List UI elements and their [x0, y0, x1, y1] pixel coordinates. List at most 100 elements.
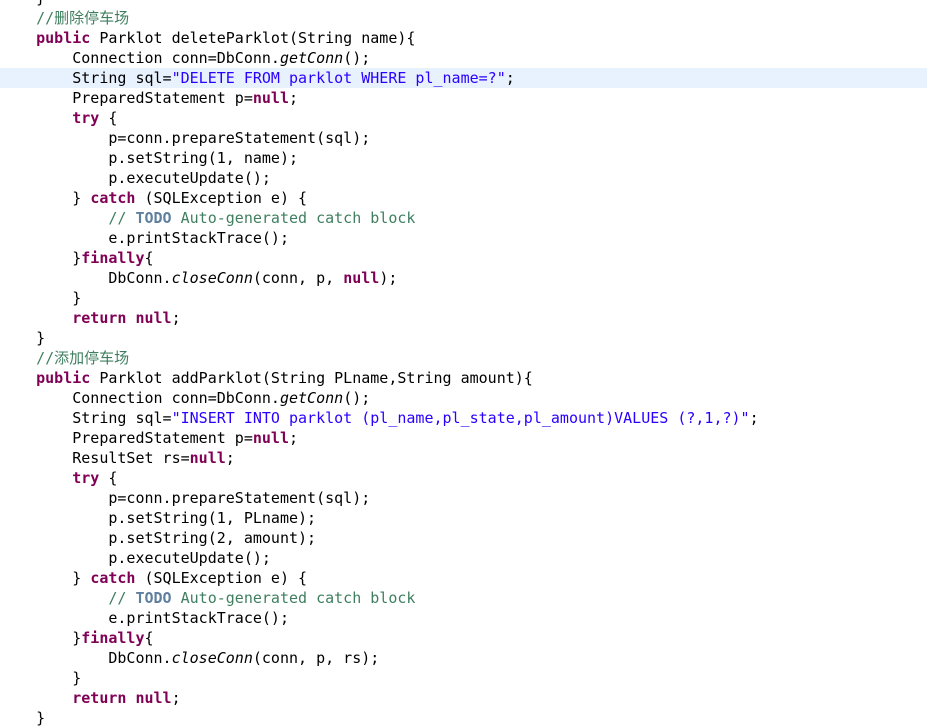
- code-token-string: "DELETE FROM parklot WHERE pl_name=?": [171, 69, 506, 87]
- code-line[interactable]: }finally{: [0, 628, 927, 648]
- code-line[interactable]: public Parklot deleteParklot(String name…: [0, 28, 927, 48]
- code-line[interactable]: try {: [0, 468, 927, 488]
- code-token-plain: }: [0, 569, 91, 587]
- code-token-plain: ();: [343, 49, 371, 67]
- code-line[interactable]: p.setString(2, amount);: [0, 528, 927, 548]
- code-line[interactable]: p.executeUpdate();: [0, 548, 927, 568]
- code-token-keyword: try: [72, 109, 100, 127]
- code-token-plain: ;: [171, 689, 181, 707]
- code-line[interactable]: DbConn.closeConn(conn, p, rs);: [0, 648, 927, 668]
- code-token-plain: ResultSet rs=: [0, 449, 190, 467]
- code-line[interactable]: Connection conn=DbConn.getConn();: [0, 388, 927, 408]
- code-token-plain: (conn, p,: [252, 269, 344, 287]
- code-token-plain: }: [0, 0, 45, 7]
- code-token-static: closeConn: [171, 649, 253, 667]
- code-token-plain: {: [144, 629, 154, 647]
- code-token-static: getConn: [279, 49, 344, 67]
- code-text-area[interactable]: } //删除停车场 public Parklot deleteParklot(S…: [0, 0, 927, 728]
- code-token-plain: {: [144, 249, 154, 267]
- code-token-static: closeConn: [171, 269, 253, 287]
- code-token-plain: }: [0, 329, 46, 347]
- code-token-plain: Parklot addParklot(String PLname,String …: [90, 369, 533, 387]
- code-line[interactable]: // TODO Auto-generated catch block: [0, 208, 927, 228]
- code-token-plain: String sql=: [0, 69, 172, 87]
- code-token-keyword: finally: [81, 629, 145, 647]
- code-line[interactable]: }: [0, 288, 927, 308]
- code-line[interactable]: p.executeUpdate();: [0, 168, 927, 188]
- code-line[interactable]: }: [0, 668, 927, 688]
- code-line[interactable]: // TODO Auto-generated catch block: [0, 588, 927, 608]
- code-line[interactable]: //添加停车场: [0, 348, 927, 368]
- code-line[interactable]: return null;: [0, 308, 927, 328]
- code-token-keyword: null: [135, 309, 172, 327]
- code-token-plain: String sql=: [0, 409, 172, 427]
- code-token-plain: p.executeUpdate();: [0, 549, 271, 567]
- code-line[interactable]: p.setString(1, name);: [0, 148, 927, 168]
- code-line[interactable]: try {: [0, 108, 927, 128]
- code-token-plain: (SQLException e) {: [135, 569, 308, 587]
- code-line[interactable]: p=conn.prepareStatement(sql);: [0, 488, 927, 508]
- code-token-keyword: null: [252, 89, 289, 107]
- code-line[interactable]: PreparedStatement p=null;: [0, 428, 927, 448]
- code-token-plain: DbConn.: [0, 269, 172, 287]
- code-line[interactable]: p=conn.prepareStatement(sql);: [0, 128, 927, 148]
- code-line[interactable]: }: [0, 0, 927, 8]
- code-token-keyword: return: [72, 309, 127, 327]
- code-line[interactable]: DbConn.closeConn(conn, p, null);: [0, 268, 927, 288]
- code-token-comment: Auto-generated catch block: [171, 209, 416, 227]
- code-token-keyword: null: [343, 269, 380, 287]
- code-token-plain: PreparedStatement p=: [0, 429, 253, 447]
- code-token-keyword: null: [135, 689, 172, 707]
- code-token-task_tag: TODO: [135, 589, 172, 607]
- code-line[interactable]: Connection conn=DbConn.getConn();: [0, 48, 927, 68]
- code-token-task_tag: TODO: [135, 209, 172, 227]
- code-line[interactable]: String sql="DELETE FROM parklot WHERE pl…: [0, 68, 927, 88]
- code-token-keyword: catch: [90, 189, 136, 207]
- code-token-plain: ;: [505, 69, 515, 87]
- code-line[interactable]: PreparedStatement p=null;: [0, 88, 927, 108]
- code-token-keyword: null: [189, 449, 226, 467]
- code-token-plain: }: [0, 629, 82, 647]
- code-token-plain: (SQLException e) {: [135, 189, 308, 207]
- code-token-plain: ;: [225, 449, 235, 467]
- code-token-plain: PreparedStatement p=: [0, 89, 253, 107]
- code-line[interactable]: }: [0, 328, 927, 348]
- code-line[interactable]: String sql="INSERT INTO parklot (pl_name…: [0, 408, 927, 428]
- code-token-plain: p=conn.prepareStatement(sql);: [0, 129, 371, 147]
- code-editor-viewport[interactable]: } //删除停车场 public Parklot deleteParklot(S…: [0, 0, 927, 728]
- code-token-keyword: finally: [81, 249, 145, 267]
- code-line[interactable]: } catch (SQLException e) {: [0, 188, 927, 208]
- code-token-keyword: public: [36, 29, 91, 47]
- code-token-plain: }: [0, 669, 82, 687]
- code-token-plain: ();: [343, 389, 371, 407]
- code-line[interactable]: } catch (SQLException e) {: [0, 568, 927, 588]
- code-line[interactable]: p.setString(1, PLname);: [0, 508, 927, 528]
- code-line[interactable]: e.printStackTrace();: [0, 608, 927, 628]
- code-line[interactable]: e.printStackTrace();: [0, 228, 927, 248]
- code-line[interactable]: public Parklot addParklot(String PLname,…: [0, 368, 927, 388]
- code-line[interactable]: //删除停车场: [0, 8, 927, 28]
- code-line[interactable]: }: [0, 708, 927, 728]
- code-token-plain: p=conn.prepareStatement(sql);: [0, 489, 371, 507]
- code-token-comment: //: [108, 589, 136, 607]
- code-token-plain: ;: [289, 89, 299, 107]
- code-token-static: getConn: [279, 389, 344, 407]
- code-token-keyword: public: [36, 369, 91, 387]
- code-token-plain: p.setString(1, name);: [0, 149, 299, 167]
- code-token-plain: }: [0, 249, 82, 267]
- code-token-keyword: catch: [90, 569, 136, 587]
- code-line[interactable]: return null;: [0, 688, 927, 708]
- code-token-plain: }: [0, 189, 91, 207]
- code-token-keyword: null: [252, 429, 289, 447]
- code-line[interactable]: ResultSet rs=null;: [0, 448, 927, 468]
- code-token-plain: (conn, p, rs);: [252, 649, 380, 667]
- code-token-comment: //添加停车场: [36, 349, 130, 367]
- code-line[interactable]: }finally{: [0, 248, 927, 268]
